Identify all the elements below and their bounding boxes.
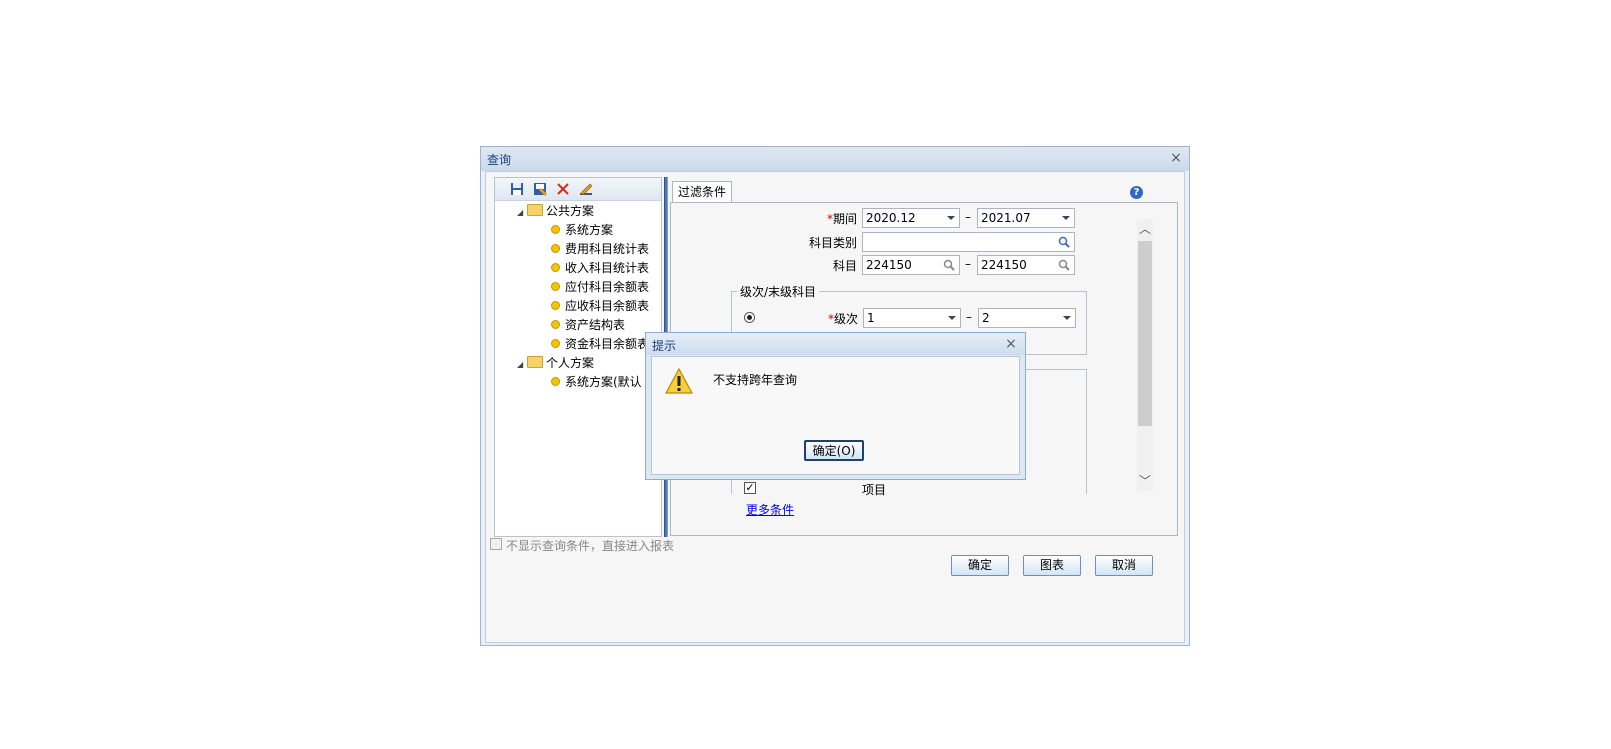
period-label: *期间 xyxy=(791,210,857,227)
tree-folder-public[interactable]: ◢ 公共方案 xyxy=(517,202,649,221)
message-text: 不支持跨年查询 xyxy=(713,373,798,387)
message-titlebar[interactable]: 提示 × xyxy=(646,333,1025,355)
dialog-close-icon[interactable]: × xyxy=(1167,149,1185,167)
period-from-select[interactable]: 2020.12 xyxy=(862,208,960,228)
edit-icon[interactable] xyxy=(578,181,594,197)
tree-list: ◢ 公共方案 系统方案 费用科目统计表 收入科目统计表 应付科目余额表 应收科目余… xyxy=(517,202,649,392)
message-close-icon[interactable]: × xyxy=(1002,335,1020,353)
scheme-dot-icon xyxy=(551,244,560,253)
level-label: *级次 xyxy=(792,310,858,327)
tree-folder-personal[interactable]: ◢ 个人方案 xyxy=(517,354,649,373)
level-radio[interactable] xyxy=(744,312,755,323)
tree-folder-label: 公共方案 xyxy=(546,204,595,218)
level-from-select[interactable]: 1 xyxy=(863,308,961,328)
warning-icon xyxy=(664,367,694,394)
project-checkbox[interactable]: ✓ xyxy=(744,482,756,494)
ok-button[interactable]: 确定 xyxy=(951,555,1009,576)
tree-item-label: 资产结构表 xyxy=(565,318,626,332)
chevron-down-icon xyxy=(1062,216,1070,220)
category-label: 科目类别 xyxy=(808,236,857,250)
tree-item[interactable]: 应付科目余额表 xyxy=(517,278,649,297)
message-body: 不支持跨年查询 确定(O) xyxy=(651,356,1020,475)
level-group-title: 级次/末级科目 xyxy=(737,283,820,300)
range-dash: – xyxy=(965,210,971,224)
search-icon[interactable] xyxy=(1057,258,1071,272)
subject-to-value: 224150 xyxy=(981,258,1027,272)
search-icon[interactable] xyxy=(1057,235,1071,249)
scroll-thumb[interactable] xyxy=(1138,241,1152,426)
period-to-value: 2021.07 xyxy=(981,211,1031,225)
subject-from-value: 224150 xyxy=(866,258,912,272)
tree-item-label: 收入科目统计表 xyxy=(565,261,650,275)
tree-item[interactable]: 资金科目余额表 xyxy=(517,335,649,354)
skip-conditions-checkbox[interactable] xyxy=(490,538,502,550)
dialog-title: 查询 xyxy=(487,153,512,167)
category-input[interactable] xyxy=(862,232,1075,252)
scheme-dot-icon xyxy=(551,282,560,291)
tree-item-label: 应付科目余额表 xyxy=(565,280,650,294)
chevron-down-icon xyxy=(948,316,956,320)
level-to-select[interactable]: 2 xyxy=(978,308,1076,328)
collapse-triangle-icon[interactable]: ◢ xyxy=(517,355,527,374)
tree-item-label: 费用科目统计表 xyxy=(565,242,650,256)
scheme-dot-icon xyxy=(551,225,560,234)
tree-item[interactable]: 系统方案(默认 xyxy=(517,373,649,392)
tree-item[interactable]: 系统方案 xyxy=(517,221,649,240)
tree-item-label: 资金科目余额表 xyxy=(565,337,650,351)
tree-folder-label: 个人方案 xyxy=(546,356,595,370)
chevron-down-icon xyxy=(1063,316,1071,320)
tree-item[interactable]: 收入科目统计表 xyxy=(517,259,649,278)
scroll-up-icon[interactable]: ︿ xyxy=(1137,221,1153,237)
tree-toolbar xyxy=(495,178,661,201)
scroll-down-icon[interactable]: ﹀ xyxy=(1137,473,1153,489)
subject-to-input[interactable]: 224150 xyxy=(977,255,1075,275)
folder-icon xyxy=(527,204,543,216)
tree-item-label: 系统方案 xyxy=(565,223,614,237)
tree-item[interactable]: 资产结构表 xyxy=(517,316,649,335)
help-icon[interactable]: ? xyxy=(1130,186,1143,199)
scheme-dot-icon xyxy=(551,263,560,272)
dialog-titlebar[interactable]: 查询 × xyxy=(481,147,1189,171)
chevron-down-icon xyxy=(947,216,955,220)
chart-button[interactable]: 图表 xyxy=(1023,555,1081,576)
more-conditions-link[interactable]: 更多条件 xyxy=(746,501,794,518)
save-as-icon[interactable] xyxy=(532,181,548,197)
subject-label: 科目 xyxy=(832,259,857,273)
scheme-dot-icon xyxy=(551,320,560,329)
skip-conditions-label: 不显示查询条件，直接进入报表 xyxy=(506,539,675,553)
level-to-value: 2 xyxy=(982,311,990,325)
project-label: 项目 xyxy=(862,483,887,497)
level-from-value: 1 xyxy=(867,311,875,325)
cancel-button[interactable]: 取消 xyxy=(1095,555,1153,576)
period-to-select[interactable]: 2021.07 xyxy=(977,208,1075,228)
collapse-triangle-icon[interactable]: ◢ xyxy=(517,203,527,222)
radio-dot xyxy=(747,315,752,320)
scheme-dot-icon xyxy=(551,339,560,348)
tab-filter-conditions[interactable]: 过滤条件 xyxy=(672,181,732,202)
period-from-value: 2020.12 xyxy=(866,211,916,225)
message-box: 提示 × 不支持跨年查询 确定(O) xyxy=(645,332,1026,480)
save-icon[interactable] xyxy=(509,181,525,197)
filter-scrollbar[interactable]: ︿ ﹀ xyxy=(1137,219,1153,491)
scheme-tree-panel: ◢ 公共方案 系统方案 费用科目统计表 收入科目统计表 应付科目余额表 应收科目余… xyxy=(494,177,662,537)
scheme-dot-icon xyxy=(551,377,560,386)
scheme-dot-icon xyxy=(551,301,560,310)
subject-from-input[interactable]: 224150 xyxy=(862,255,960,275)
level-label-text: 级次 xyxy=(833,312,858,326)
tree-item-label: 系统方案(默认 xyxy=(565,375,642,389)
delete-icon[interactable] xyxy=(555,181,571,197)
search-icon[interactable] xyxy=(942,258,956,272)
tree-item[interactable]: 应收科目余额表 xyxy=(517,297,649,316)
range-dash: – xyxy=(965,257,971,271)
folder-icon xyxy=(527,356,543,368)
range-dash: – xyxy=(966,310,972,324)
tree-item-label: 应收科目余额表 xyxy=(565,299,650,313)
message-ok-button[interactable]: 确定(O) xyxy=(804,440,864,461)
period-label-text: 期间 xyxy=(832,212,857,226)
message-title: 提示 xyxy=(652,339,677,353)
tree-item[interactable]: 费用科目统计表 xyxy=(517,240,649,259)
